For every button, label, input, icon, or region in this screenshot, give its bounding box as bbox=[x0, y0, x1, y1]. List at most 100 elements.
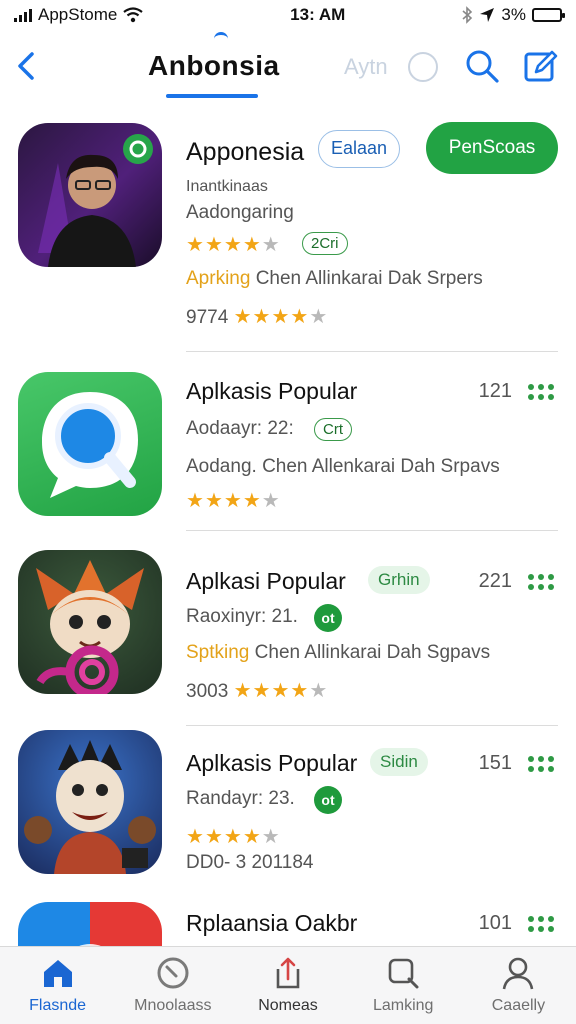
star-icon: ★ bbox=[309, 306, 329, 328]
star-icon: ★ bbox=[233, 680, 253, 702]
app-description: Sptking Chen Allinkarai Dah Sgpavs bbox=[186, 642, 490, 664]
app-count: 101 bbox=[478, 912, 512, 934]
star-icon: ★ bbox=[242, 234, 262, 256]
status-badge: ot bbox=[314, 604, 342, 632]
star-icon: ★ bbox=[261, 490, 281, 512]
star-icon: ★ bbox=[233, 306, 253, 328]
app-description: Aodang. Chen Allenkarai Dah Srpavs bbox=[186, 456, 500, 477]
tab-home[interactable]: Flasnde bbox=[0, 947, 115, 1024]
rating-badge: Crt bbox=[314, 418, 352, 441]
label-button[interactable]: Ealaan bbox=[318, 130, 401, 168]
nav-ghost-label: Aytn bbox=[344, 54, 388, 79]
more-icon[interactable] bbox=[528, 916, 554, 932]
tab-updates[interactable]: Nomeas bbox=[230, 947, 345, 1024]
meta-text: 9774 bbox=[186, 307, 229, 328]
tab-label: Lamking bbox=[372, 997, 434, 1014]
divider bbox=[186, 725, 558, 726]
star-icon: ★ bbox=[186, 490, 205, 512]
tab-search[interactable]: Lamking bbox=[346, 947, 461, 1024]
app-count: 121 bbox=[478, 380, 512, 402]
app-meta: DD0- 3 201184 bbox=[186, 852, 314, 873]
divider bbox=[186, 530, 558, 531]
app-subtitle: Inantkinaas bbox=[186, 178, 268, 195]
tab-account[interactable]: Caaelly bbox=[461, 947, 576, 1024]
star-icon: ★ bbox=[290, 306, 310, 328]
tab-bar: Flasnde Mnoolaass Nomeas Lamking Caaelly bbox=[0, 946, 576, 1024]
list-item[interactable]: Aplkasi Popular Grhin 221 Raoxinyr: 21. … bbox=[0, 550, 576, 730]
category-tag: Sidin bbox=[370, 748, 428, 776]
wifi-icon bbox=[123, 7, 144, 23]
description-accent: Sptking bbox=[186, 642, 250, 663]
app-name: Aplkasi Popular bbox=[186, 568, 346, 594]
status-bar: AppStome 13: AM 3% bbox=[0, 0, 576, 30]
back-icon[interactable] bbox=[12, 48, 42, 84]
list-item[interactable]: Aplkasis Popular 121 Aodaayr: 22: Crt Ao… bbox=[0, 368, 576, 538]
more-icon[interactable] bbox=[528, 756, 554, 772]
app-subtitle: Aodaayr: 22: bbox=[186, 418, 294, 439]
search-icon bbox=[388, 958, 419, 989]
status-time: 13: AM bbox=[290, 5, 346, 24]
edit-icon[interactable] bbox=[522, 48, 558, 84]
star-icon: ★ bbox=[252, 680, 272, 702]
chat-search-icon bbox=[18, 372, 162, 516]
person-icon bbox=[503, 957, 534, 990]
star-icon: ★ bbox=[242, 490, 262, 512]
more-icon[interactable] bbox=[528, 574, 554, 590]
portrait-man-icon bbox=[18, 123, 162, 267]
rating-stars: ★★★★★ bbox=[186, 232, 281, 257]
status-badge: ot bbox=[314, 786, 342, 814]
app-category: Aadongaring bbox=[186, 202, 294, 223]
star-icon: ★ bbox=[261, 234, 281, 256]
app-count: 151 bbox=[478, 752, 512, 774]
star-icon: ★ bbox=[309, 680, 329, 702]
description-text: Chen Allinkarai Dah Sgpavs bbox=[254, 642, 491, 663]
star-icon: ★ bbox=[271, 306, 291, 328]
status-left: AppStome bbox=[14, 5, 214, 25]
star-icon: ★ bbox=[223, 234, 243, 256]
tab-explore[interactable]: Mnoolaass bbox=[115, 947, 230, 1024]
tab-label: Flasnde bbox=[29, 997, 87, 1014]
meta-stars: ★★★★★ bbox=[234, 306, 329, 328]
list-item[interactable]: Rplaansia Oakbr 101 bbox=[0, 902, 576, 948]
star-icon: ★ bbox=[242, 826, 262, 848]
rating-stars: ★★★★★ bbox=[186, 824, 281, 849]
home-icon bbox=[43, 960, 72, 987]
star-icon: ★ bbox=[261, 826, 281, 848]
app-subtitle: Raoxinyr: 21. bbox=[186, 606, 298, 627]
app-name: Aplkasis Popular bbox=[186, 750, 358, 776]
location-icon bbox=[480, 8, 495, 22]
title-indicator-dot bbox=[214, 32, 228, 40]
upload-icon bbox=[276, 957, 300, 989]
app-description: Aprking Chen Allinkarai Dak Srpers bbox=[186, 268, 483, 290]
tab-label: Caaelly bbox=[491, 997, 546, 1014]
meta-stars: ★★★★★ bbox=[234, 680, 329, 702]
more-icon[interactable] bbox=[528, 384, 554, 400]
star-icon: ★ bbox=[186, 826, 205, 848]
nav-header: Anbonsia Aytn bbox=[0, 30, 576, 102]
star-icon: ★ bbox=[252, 306, 272, 328]
description-text: Chen Allinkarai Dak Srpers bbox=[255, 268, 483, 289]
app-name: Aplkasis Popular bbox=[186, 378, 358, 404]
compass-icon bbox=[157, 957, 189, 989]
cartoon-character-icon bbox=[18, 730, 162, 874]
list-item[interactable]: Aplkasis Popular Sidin 151 Randayr: 23. … bbox=[0, 730, 576, 995]
category-tag: Grhin bbox=[368, 566, 430, 594]
cartoon-fox-icon bbox=[18, 550, 162, 694]
battery-percent: 3% bbox=[501, 5, 526, 24]
signal-icon bbox=[14, 8, 32, 22]
tab-label: Nomeas bbox=[258, 997, 318, 1014]
star-icon: ★ bbox=[204, 234, 224, 256]
bluetooth-icon bbox=[462, 6, 473, 24]
battery-icon bbox=[532, 8, 565, 22]
star-icon: ★ bbox=[204, 490, 224, 512]
audio-icon bbox=[408, 52, 438, 82]
app-meta: 9774 ★★★★★ bbox=[186, 304, 328, 329]
app-name: Apponesia bbox=[186, 138, 305, 166]
tab-label: Mnoolaass bbox=[134, 997, 212, 1014]
get-button[interactable]: PenScoas bbox=[426, 122, 558, 174]
page-title: Anbonsia bbox=[148, 50, 280, 81]
app-name: Rplaansia Oakbr bbox=[186, 910, 358, 936]
search-icon[interactable] bbox=[464, 48, 500, 84]
list-item[interactable]: Apponesia Ealaan PenScoas Inantkinaas Aa… bbox=[0, 110, 576, 352]
star-icon: ★ bbox=[271, 680, 291, 702]
